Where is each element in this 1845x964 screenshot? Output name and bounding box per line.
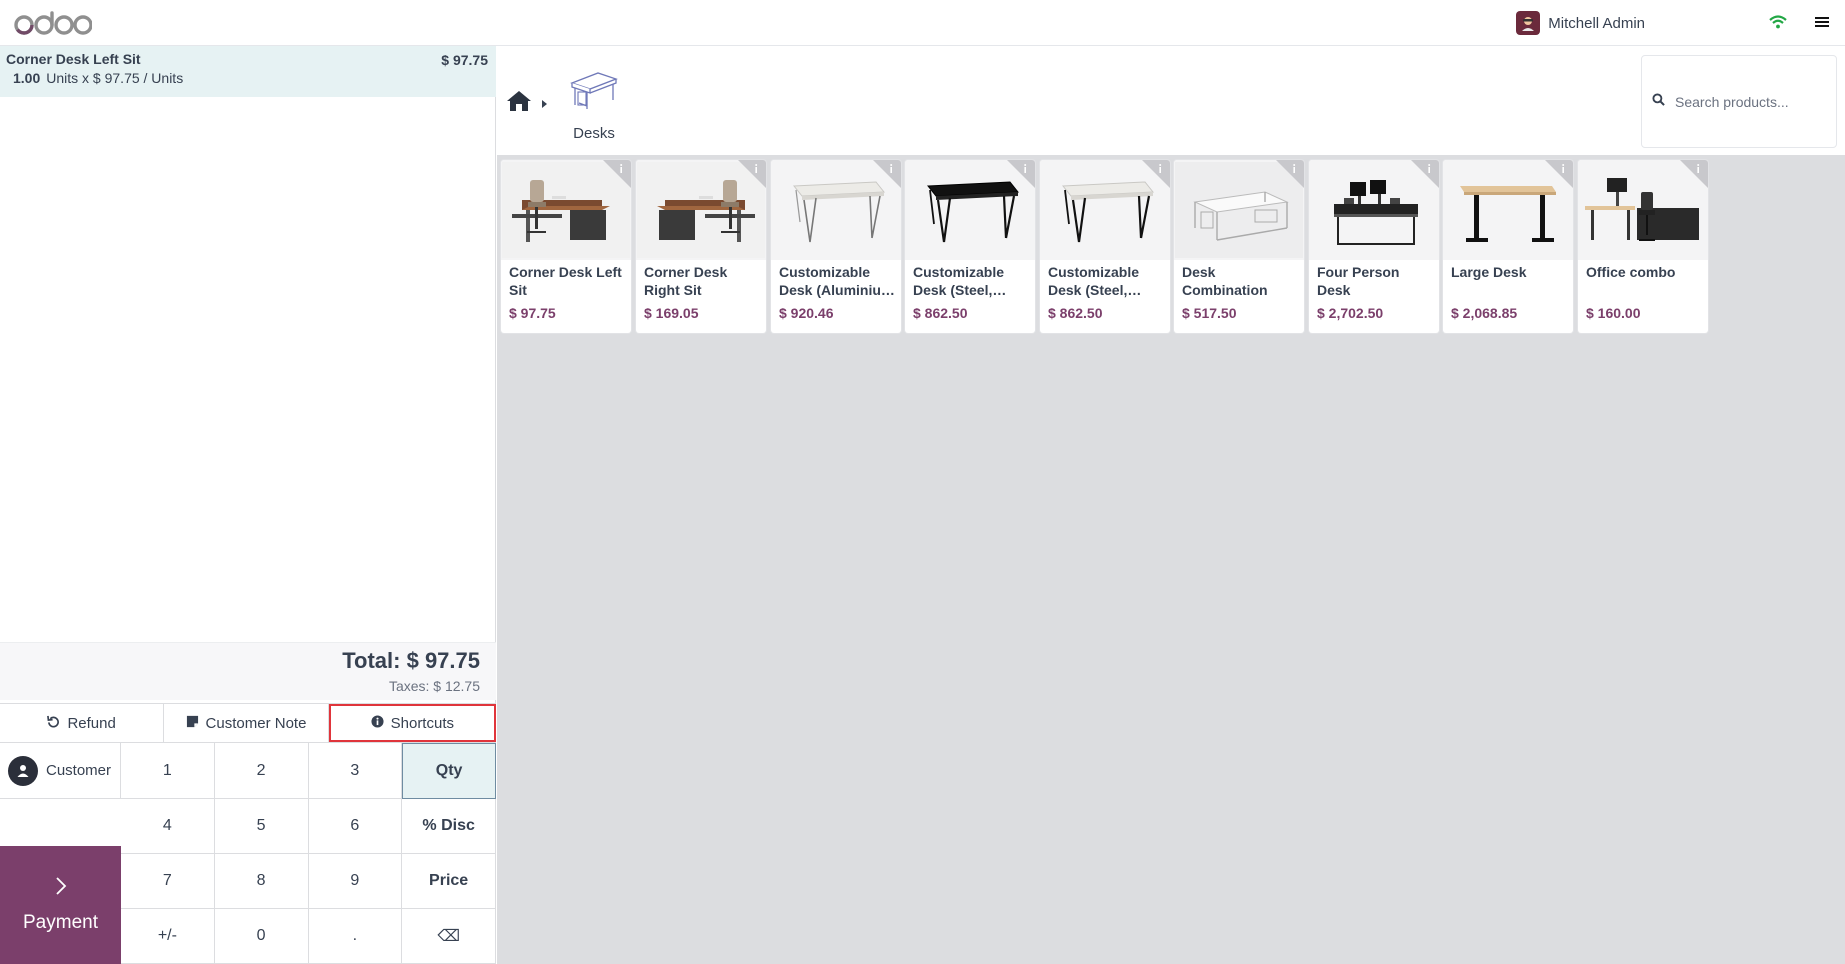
odoo-logo[interactable] — [14, 6, 92, 40]
top-bar: Mitchell Admin — [0, 0, 1845, 46]
sticky-note-icon — [186, 715, 199, 732]
product-price: $ 2,702.50 — [1317, 305, 1384, 321]
caret-right-icon — [541, 96, 549, 108]
numpad-key-1[interactable]: 1 — [121, 743, 215, 799]
products-panel: Desks Search products... Corner Desk Lef… — [497, 46, 1845, 964]
product-info-icon[interactable] — [1007, 160, 1035, 188]
numpad-key-plus-minus[interactable]: +/- — [121, 909, 215, 964]
product-info-icon[interactable] — [873, 160, 901, 188]
product-name: Four Person Desk — [1317, 264, 1400, 298]
numpad-key-5[interactable]: 5 — [214, 799, 309, 854]
category-desks[interactable]: Desks — [558, 65, 630, 145]
product-info-icon[interactable] — [738, 160, 766, 188]
product-name: Customizable Desk (Steel,… — [913, 264, 1007, 298]
desk-category-icon — [568, 65, 620, 113]
product-price: $ 920.46 — [779, 305, 834, 321]
qty-mode-button[interactable]: Qty — [402, 743, 496, 799]
product-name: Office combo — [1586, 264, 1676, 280]
discount-mode-button[interactable]: % Disc — [402, 799, 496, 854]
customer-note-button[interactable]: Customer Note — [164, 704, 329, 742]
info-circle-icon — [371, 714, 384, 732]
order-line-detail: 1.00 Units x $ 97.75 / Units — [6, 70, 490, 86]
payment-button[interactable]: Payment — [0, 846, 121, 964]
numpad-key-9[interactable]: 9 — [308, 854, 403, 909]
product-price: $ 862.50 — [1048, 305, 1103, 321]
price-mode-button[interactable]: Price — [402, 854, 496, 909]
user-icon — [8, 755, 38, 786]
product-name: Customizable Desk (Steel,… — [1048, 264, 1142, 298]
numpad-key-0[interactable]: 0 — [214, 909, 309, 964]
product-name: Large Desk — [1451, 264, 1527, 280]
product-name: Customizable Desk (Aluminiu… — [779, 264, 895, 298]
home-icon[interactable] — [506, 89, 532, 113]
product-card[interactable]: Corner Desk Right Sit $ 169.05 — [636, 160, 766, 333]
product-card[interactable]: Desk Combination $ 517.50 — [1174, 160, 1304, 333]
order-taxes: Taxes: $ 12.75 — [388, 678, 480, 694]
product-card[interactable]: Customizable Desk (Steel,… $ 862.50 — [905, 160, 1035, 333]
shortcuts-button[interactable]: Shortcuts — [328, 704, 496, 742]
control-buttons: Refund Customer Note Shortcuts — [0, 703, 496, 743]
product-price: $ 97.75 — [509, 305, 556, 321]
product-card[interactable]: Corner Desk Left Sit $ 97.75 — [501, 160, 631, 333]
product-price: $ 160.00 — [1586, 305, 1641, 321]
numpad-area: Customer Payment 1 2 3 Qty 4 5 6 % Disc … — [0, 743, 496, 964]
user-avatar — [1516, 11, 1541, 35]
numpad-key-3[interactable]: 3 — [308, 743, 403, 799]
customer-button[interactable]: Customer — [0, 743, 121, 799]
product-name: Corner Desk Right Sit — [644, 264, 728, 298]
numpad-key-7[interactable]: 7 — [121, 854, 215, 909]
product-info-icon[interactable] — [1680, 160, 1708, 188]
numpad-key-2[interactable]: 2 — [214, 743, 309, 799]
order-line-product: Corner Desk Left Sit — [6, 51, 141, 67]
product-card[interactable]: Four Person Desk $ 2,702.50 — [1309, 160, 1439, 333]
product-info-icon[interactable] — [603, 160, 631, 188]
product-info-icon[interactable] — [1276, 160, 1304, 188]
product-info-icon[interactable] — [1545, 160, 1573, 188]
numpad-key-decimal[interactable]: . — [308, 909, 403, 964]
backspace-button[interactable]: ⌫ — [402, 909, 496, 964]
numpad-key-6[interactable]: 6 — [308, 799, 403, 854]
product-name: Corner Desk Left Sit — [509, 264, 622, 298]
order-panel: Corner Desk Left Sit $ 97.75 1.00 Units x… — [0, 46, 496, 964]
product-price: $ 862.50 — [913, 305, 968, 321]
undo-icon — [47, 715, 60, 732]
product-price: $ 169.05 — [644, 305, 699, 321]
product-card[interactable]: Office combo $ 160.00 — [1578, 160, 1708, 333]
order-line-unit-detail: Units x $ 97.75 / Units — [46, 70, 184, 86]
numpad-key-8[interactable]: 8 — [214, 854, 309, 909]
search-icon — [1652, 92, 1665, 111]
order-line-quantity: 1.00 — [13, 70, 41, 86]
product-card[interactable]: Customizable Desk (Aluminiu… $ 920.46 — [771, 160, 901, 333]
product-info-icon[interactable] — [1142, 160, 1170, 188]
product-name: Desk Combination — [1182, 264, 1268, 298]
chevron-right-icon — [54, 876, 68, 902]
order-totals: Total: $ 97.75 Taxes: $ 12.75 — [0, 642, 496, 700]
user-menu[interactable]: Mitchell Admin — [1516, 9, 1645, 37]
category-label: Desks — [573, 125, 615, 142]
product-price: $ 517.50 — [1182, 305, 1237, 321]
refund-button[interactable]: Refund — [0, 704, 165, 742]
user-name: Mitchell Admin — [1548, 14, 1645, 32]
hamburger-menu-icon[interactable] — [1813, 12, 1831, 32]
numpad: 1 2 3 Qty 4 5 6 % Disc 7 8 9 Price +/- 0… — [121, 743, 496, 964]
search-box — [1641, 55, 1837, 148]
order-line[interactable]: Corner Desk Left Sit $ 97.75 1.00 Units x… — [0, 46, 496, 97]
product-card[interactable]: Large Desk $ 2,068.85 — [1443, 160, 1573, 333]
numpad-key-4[interactable]: 4 — [121, 799, 215, 854]
category-bar: Desks — [497, 46, 1845, 156]
product-card[interactable]: Customizable Desk (Steel,… $ 862.50 — [1040, 160, 1170, 333]
search-input[interactable] — [1675, 93, 1825, 110]
product-info-icon[interactable] — [1411, 160, 1439, 188]
product-price: $ 2,068.85 — [1451, 305, 1518, 321]
wifi-icon[interactable] — [1768, 12, 1788, 32]
order-line-price: $ 97.75 — [441, 52, 488, 68]
order-total: Total: $ 97.75 — [342, 648, 480, 673]
